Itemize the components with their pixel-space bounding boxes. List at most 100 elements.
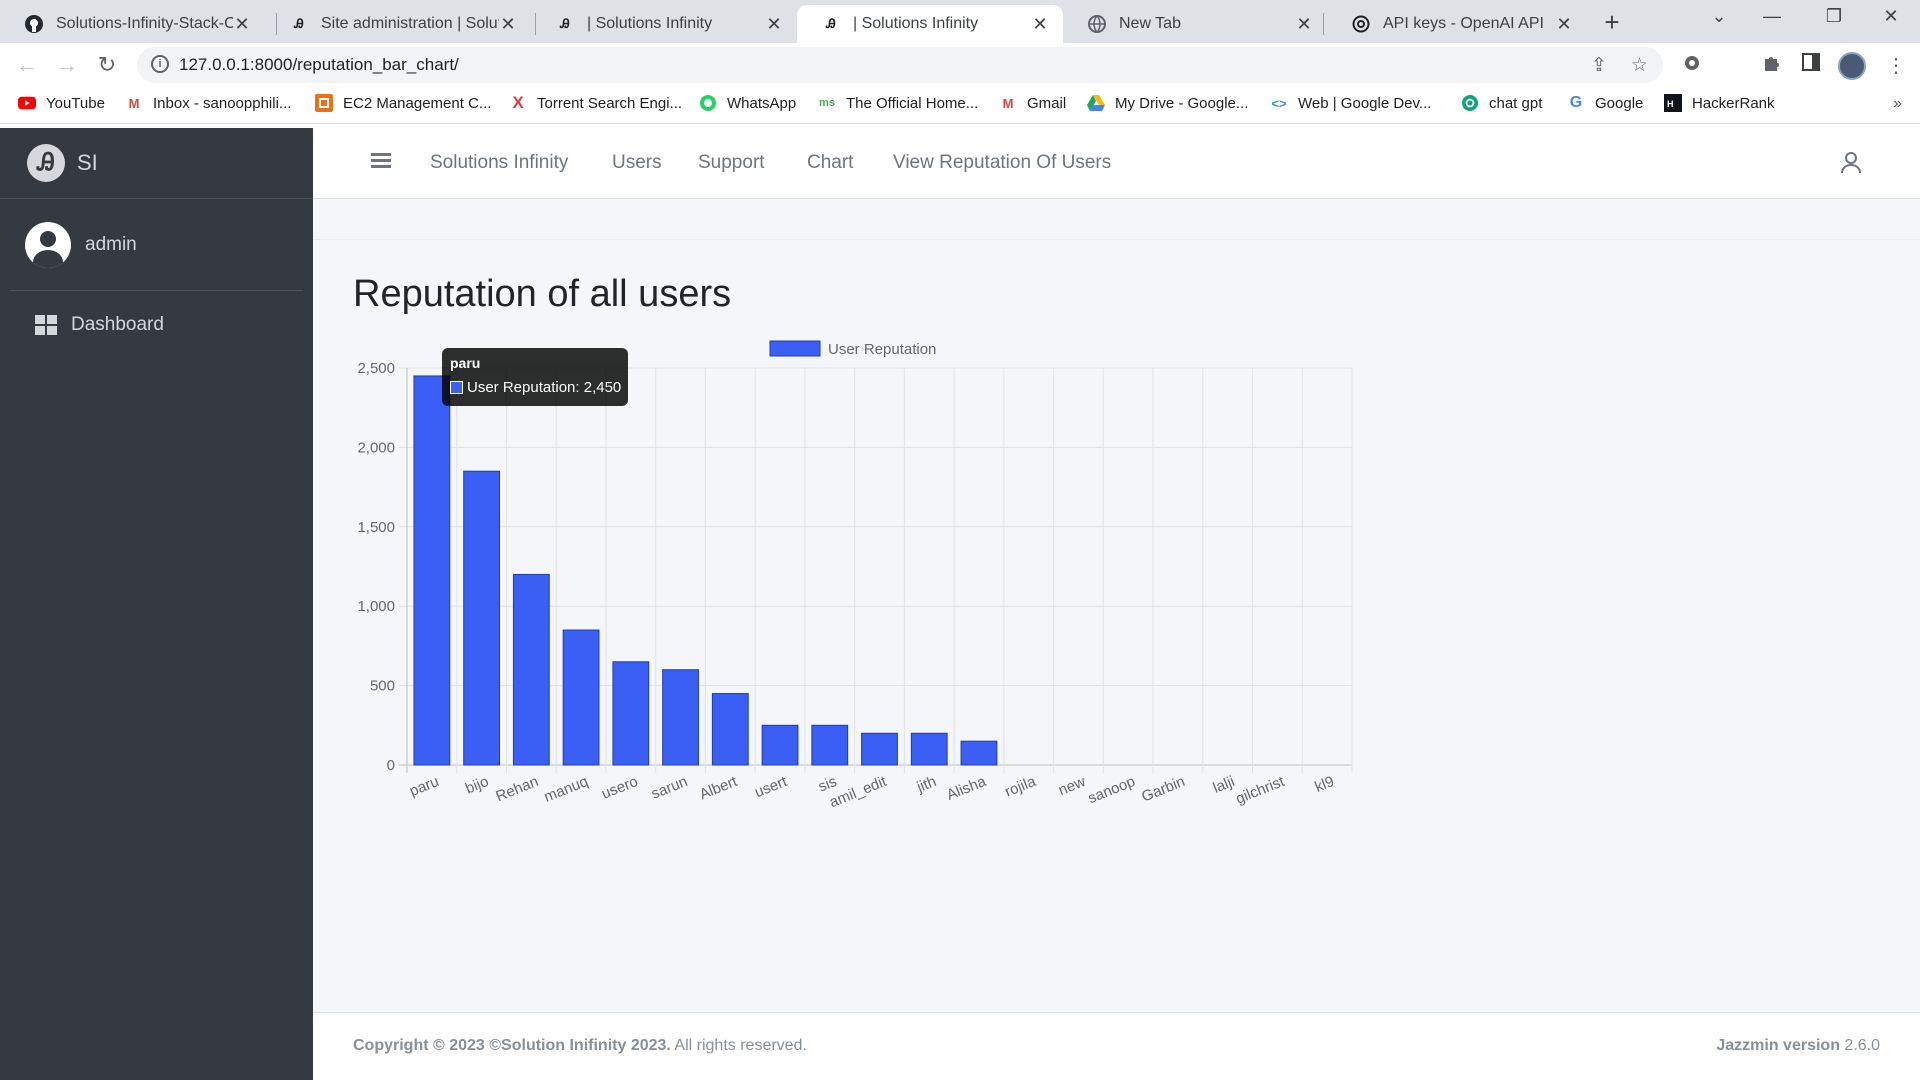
whatsapp-icon [699,94,717,112]
tab-title: New Tab [1119,15,1181,32]
minimize-button[interactable]: — [1749,6,1795,27]
forward-icon[interactable]: → [52,51,82,79]
footer-copyright: Copyright © 2023 ©Solution Inifinity 202… [353,1037,807,1055]
chart-tooltip: paru User Reputation: 2,450 [442,348,628,406]
user-name: admin [85,233,137,255]
close-window-button[interactable]: ✕ [1868,6,1914,27]
close-tab-icon[interactable]: ✕ [1031,14,1049,35]
restore-button[interactable]: ❐ [1811,6,1857,27]
site-icon: ms [819,97,835,109]
brand-text: SI [77,150,98,175]
close-tab-icon[interactable]: ✕ [765,14,783,35]
url-text[interactable]: 127.0.0.1:8000/reputation_bar_chart/ [179,55,459,75]
side-panel-icon[interactable] [1802,53,1820,77]
user-panel[interactable]: admin [10,199,303,291]
content-area: Reputation of all users [313,199,1920,1012]
brand-link[interactable]: Ꭿ SI [0,128,313,199]
tab-separator [1323,13,1324,35]
back-icon[interactable]: ← [12,51,42,79]
bookmark-drive[interactable]: My Drive - Google... [1087,94,1248,112]
openai-icon [1461,94,1479,112]
address-bar[interactable]: i 127.0.0.1:8000/reputation_bar_chart/ ⇪… [137,47,1663,83]
x-icon: X [512,93,524,112]
browser-tab[interactable]: Ꭿ | Solutions Infinity ✕ [531,5,797,43]
sidebar: Ꭿ SI admin Dashboard [0,128,313,1080]
bookmark-ec2[interactable]: EC2 Management C... [315,94,491,112]
bookmark-official-home[interactable]: ms The Official Home... [818,94,978,112]
bookmark-label: Inbox - sanoopphili... [153,94,292,112]
user-avatar-icon [25,221,71,268]
bookmark-label: WhatsApp [727,94,797,112]
bookmarks-bar: YouTube M Inbox - sanoopphili... EC2 Man… [0,87,1920,124]
browser-tab[interactable]: Ꭿ Site administration | Solutio ✕ [265,5,531,43]
bookmark-youtube[interactable]: YouTube [18,94,105,112]
bookmark-label: chat gpt [1489,94,1543,112]
bookmark-inbox[interactable]: M Inbox - sanoopphili... [125,94,292,112]
user-menu-icon[interactable] [1839,150,1863,174]
openai-icon [1351,14,1371,34]
top-navbar: Solutions Infinity Users Support Chart V… [313,128,1920,199]
reload-icon[interactable]: ↻ [92,51,122,79]
bookmarks-overflow-icon[interactable]: » [1893,95,1902,113]
globe-icon [1087,14,1107,34]
bookmark-label: Torrent Search Engi... [537,94,683,112]
bookmark-torrent[interactable]: X Torrent Search Engi... [509,93,683,112]
nav-link-users[interactable]: Users [612,152,662,174]
bookmark-google[interactable]: G Google [1567,94,1644,112]
bookmark-star-icon[interactable]: ☆ [1631,54,1648,77]
close-tab-icon[interactable]: ✕ [1555,14,1573,35]
tab-title: | Solutions Infinity [853,15,979,32]
tab-search-icon[interactable]: ⌄ [1696,6,1742,27]
bookmark-gmail[interactable]: M Gmail [999,94,1067,112]
hamburger-menu-icon[interactable] [371,153,391,169]
hackerrank-icon: H [1664,94,1682,112]
footer: Copyright © 2023 ©Solution Inifinity 202… [313,1012,1920,1080]
tab-title: Site administration | Solutio [321,15,499,32]
tooltip-swatch [450,381,463,394]
new-tab-button[interactable]: + [1597,8,1627,38]
nav-link-chart[interactable]: Chart [807,152,853,174]
bookmark-google-dev[interactable]: <> Web | Google Dev... [1270,94,1431,112]
share-icon[interactable]: ⇪ [1591,54,1607,77]
bookmark-label: YouTube [46,94,105,112]
app-logo-icon: Ꭿ [294,16,304,31]
browser-tab-active[interactable]: Ꭿ | Solutions Infinity ✕ [797,5,1063,43]
copyright-text: Copyright © 2023 ©Solution Inifinity 202… [353,1037,671,1054]
page-title: Reputation of all users [353,273,732,315]
youtube-icon [18,94,36,112]
site-info-icon[interactable]: i [151,55,169,73]
code-icon: <> [1271,95,1287,111]
browser-tab[interactable]: New Tab ✕ [1063,5,1327,43]
bookmark-label: The Official Home... [846,94,979,112]
content-divider [313,239,1920,240]
bookmark-whatsapp[interactable]: WhatsApp [699,94,796,112]
tab-title: API keys - OpenAI API [1383,15,1544,32]
dashboard-icon [35,315,57,335]
version-label: Jazzmin version [1716,1037,1840,1054]
puzzle-icon[interactable] [1762,53,1782,79]
app-logo-icon: Ꭿ [826,16,836,31]
menu-kebab-icon[interactable]: ⋮ [1886,53,1906,78]
rights-text: All rights reserved. [670,1037,807,1054]
tab-title: | Solutions Infinity [587,15,713,32]
nav-link-support[interactable]: Support [698,152,765,174]
svg-text:H: H [1667,99,1674,109]
close-tab-icon[interactable]: ✕ [1295,14,1313,35]
extension-icon[interactable] [1683,53,1701,79]
close-tab-icon[interactable]: ✕ [233,14,251,35]
google-icon: G [1569,94,1583,111]
nav-link-view-reputation[interactable]: View Reputation Of Users [893,152,1111,174]
github-icon [24,14,44,34]
browser-tab[interactable]: API keys - OpenAI API ✕ [1327,5,1587,43]
sidebar-item-dashboard[interactable]: Dashboard [10,303,303,347]
app-logo-icon: Ꭿ [560,16,570,31]
bookmark-chatgpt[interactable]: chat gpt [1461,94,1542,112]
close-tab-icon[interactable]: ✕ [499,14,517,35]
browser-tab-strip: Solutions-Infinity-Stack-Ove ✕ Ꭿ Site ad… [0,0,1920,43]
bookmark-hackerrank[interactable]: H HackerRank [1664,94,1775,112]
gmail-icon: M [1002,95,1014,111]
drive-icon [1087,94,1105,112]
browser-tab[interactable]: Solutions-Infinity-Stack-Ove ✕ [0,5,265,43]
nav-link-solutions-infinity[interactable]: Solutions Infinity [430,152,568,174]
profile-avatar[interactable] [1838,52,1866,80]
